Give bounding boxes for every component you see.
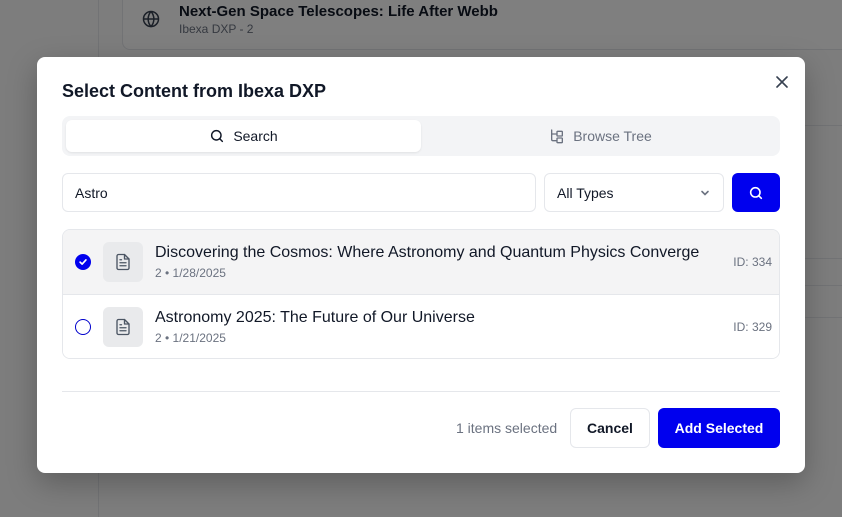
tab-browse-tree[interactable]: Browse Tree xyxy=(425,120,776,152)
folder-tree-icon xyxy=(551,129,564,144)
result-title: Discovering the Cosmos: Where Astronomy … xyxy=(155,244,700,261)
selection-radio-unchecked[interactable] xyxy=(75,319,91,335)
add-selected-button[interactable]: Add Selected xyxy=(658,408,780,448)
result-id: ID: 334 xyxy=(733,255,772,269)
check-icon xyxy=(79,259,87,265)
result-id: ID: 329 xyxy=(733,320,772,334)
type-filter-value: All Types xyxy=(557,184,614,201)
results-list: Discovering the Cosmos: Where Astronomy … xyxy=(62,229,780,359)
tab-bar: Search Browse Tree xyxy=(62,116,780,156)
document-tile xyxy=(103,307,143,347)
type-filter-select[interactable]: All Types xyxy=(544,173,724,212)
select-content-dialog: Select Content from Ibexa DXP Search Bro… xyxy=(37,57,805,473)
result-row[interactable]: Astronomy 2025: The Future of Our Univer… xyxy=(63,295,779,358)
selected-count: 1 items selected xyxy=(456,420,558,436)
tab-search-label: Search xyxy=(233,128,278,144)
search-button[interactable] xyxy=(732,173,780,212)
selection-radio-checked[interactable] xyxy=(75,254,91,270)
search-icon xyxy=(749,186,763,199)
result-meta: 2 • 1/21/2025 xyxy=(155,331,226,345)
footer-divider xyxy=(62,391,780,392)
document-icon xyxy=(116,253,130,271)
search-input[interactable] xyxy=(62,173,536,212)
cancel-button[interactable]: Cancel xyxy=(570,408,650,448)
dialog-title: Select Content from Ibexa DXP xyxy=(62,81,327,101)
tab-browse-tree-label: Browse Tree xyxy=(573,128,652,144)
result-meta: 2 • 1/28/2025 xyxy=(155,266,226,280)
result-row[interactable]: Discovering the Cosmos: Where Astronomy … xyxy=(63,230,779,295)
close-icon xyxy=(776,76,788,88)
tab-search[interactable]: Search xyxy=(66,120,421,152)
search-icon xyxy=(211,129,224,143)
document-icon xyxy=(116,318,130,336)
document-tile xyxy=(103,242,143,282)
close-button[interactable] xyxy=(773,73,791,91)
chevron-down-icon xyxy=(701,190,709,196)
result-title: Astronomy 2025: The Future of Our Univer… xyxy=(155,309,475,326)
